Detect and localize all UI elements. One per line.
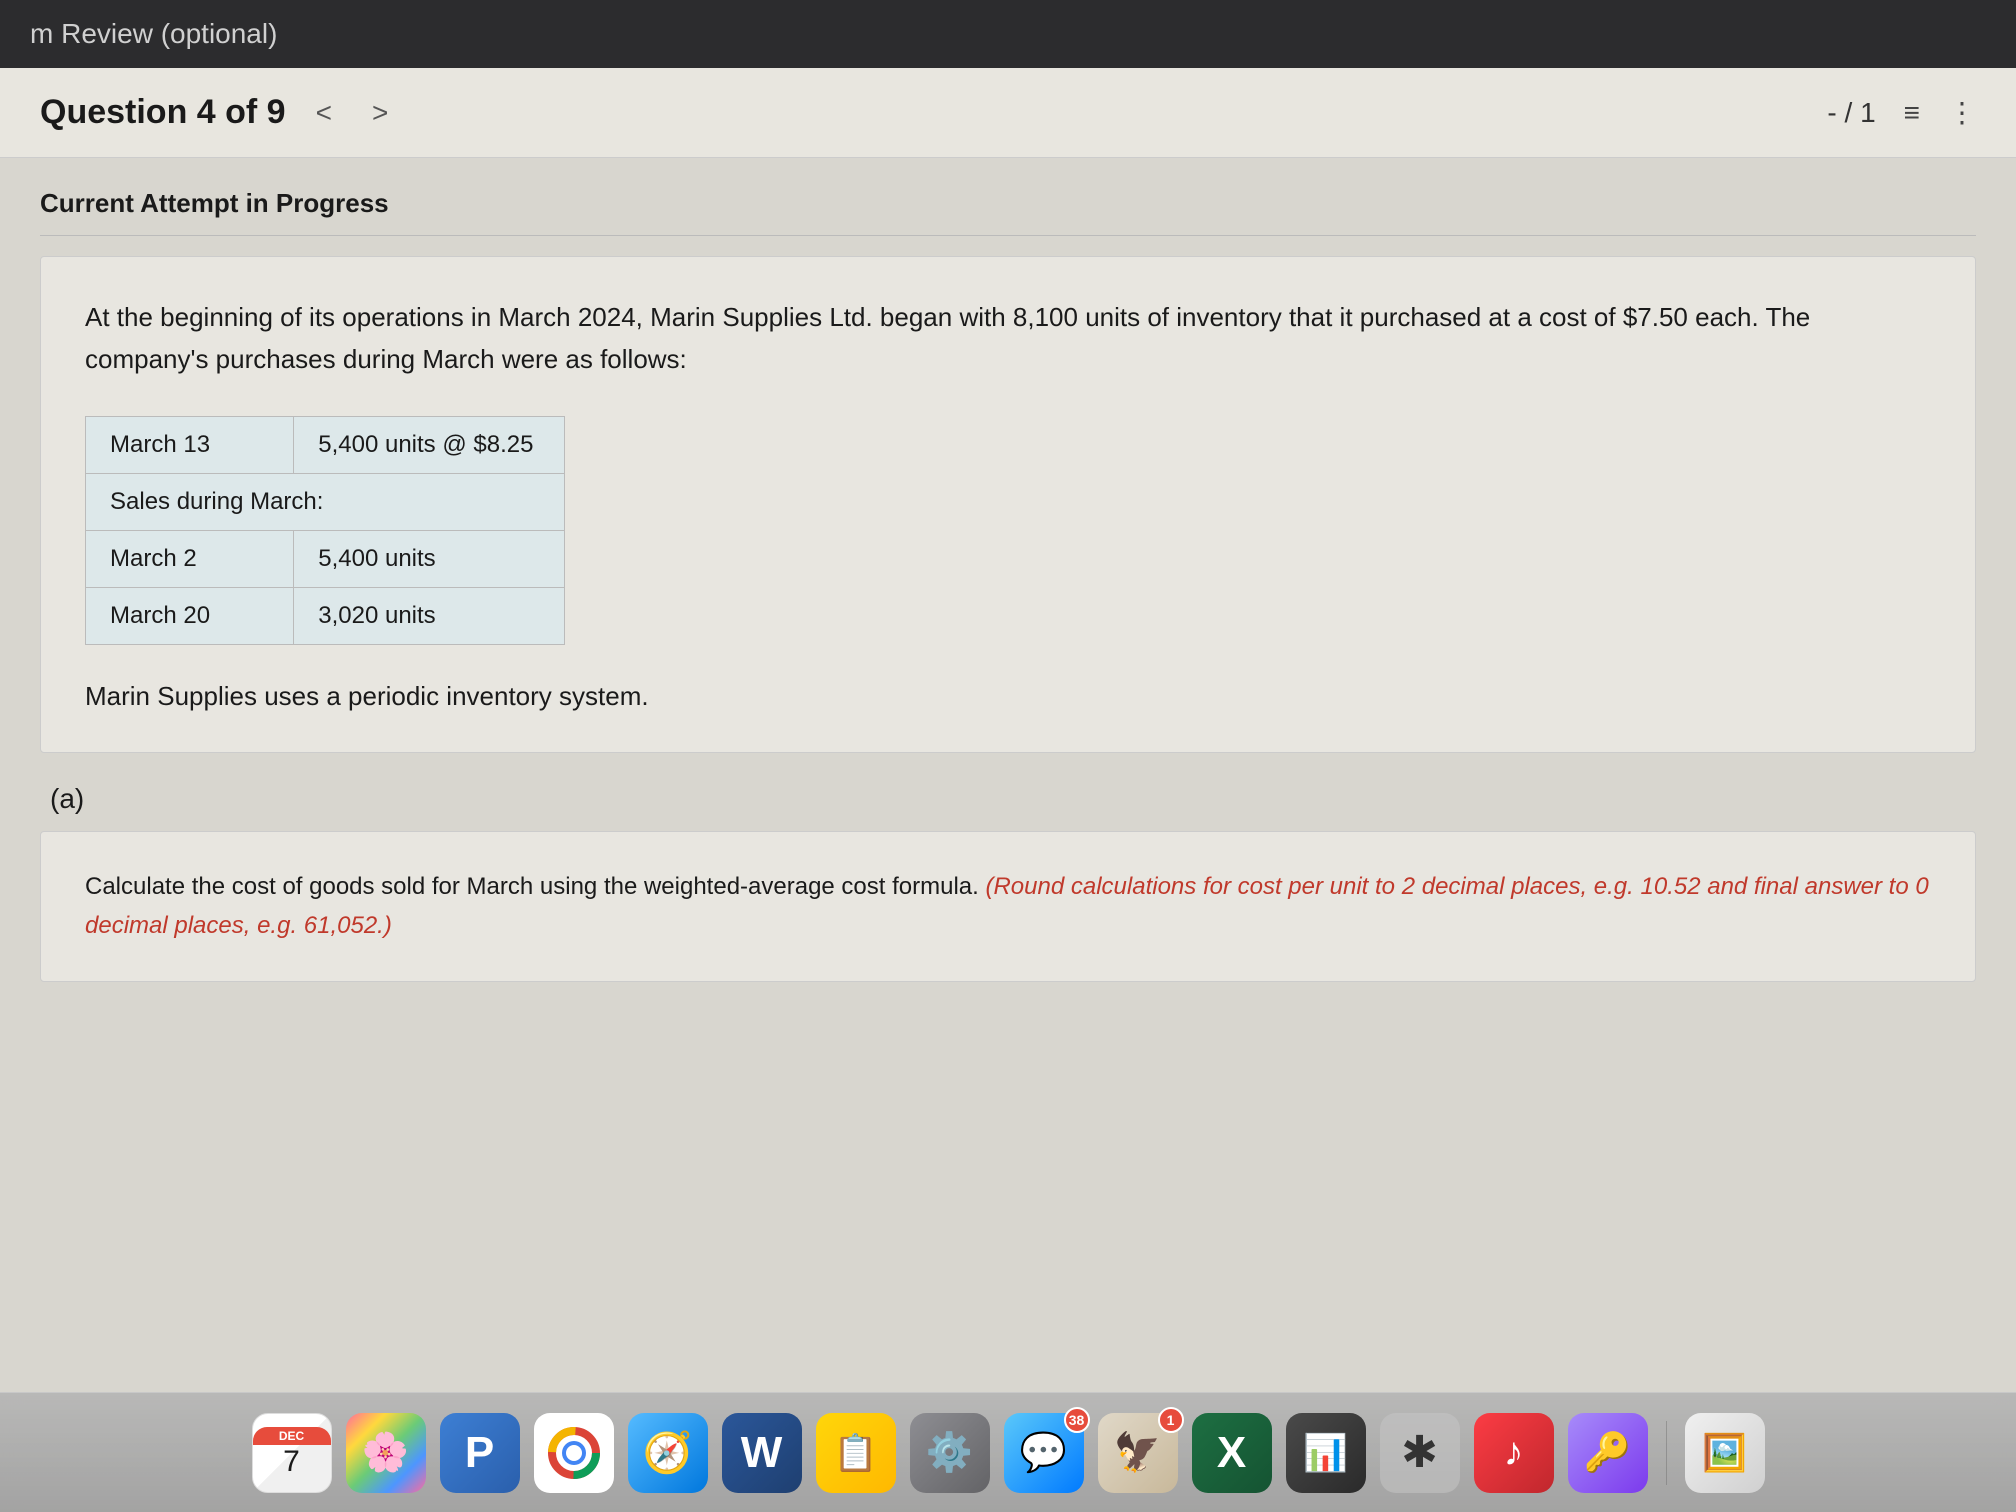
question-counter: Question 4 of 9 bbox=[40, 93, 286, 132]
question-nav: Question 4 of 9 < > bbox=[40, 93, 398, 133]
calendar-day: 7 bbox=[283, 1445, 300, 1479]
dock-keychain[interactable]: 🔑 bbox=[1568, 1413, 1648, 1493]
part-a-label: (a) bbox=[40, 783, 1976, 815]
part-a-card: Calculate the cost of goods sold for Mar… bbox=[40, 831, 1976, 982]
table-cell-amount: 3,020 units bbox=[294, 588, 565, 645]
dock-bluetooth[interactable]: ✱ bbox=[1380, 1413, 1460, 1493]
part-a-instruction: Calculate the cost of goods sold for Mar… bbox=[85, 868, 1931, 945]
dock-chrome[interactable] bbox=[534, 1413, 614, 1493]
spreadsheet-icon: 📊 bbox=[1303, 1432, 1348, 1474]
dock-notes[interactable]: 📋 bbox=[816, 1413, 896, 1493]
table-row: March 13 5,400 units @ $8.25 bbox=[86, 417, 565, 474]
messages-icon: 💬 bbox=[1020, 1431, 1067, 1475]
header-right: - / 1 ≡ ⋮ bbox=[1827, 96, 1976, 129]
table-cell-date: March 13 bbox=[86, 417, 294, 474]
table-row: March 2 5,400 units bbox=[86, 531, 565, 588]
dock-messages[interactable]: 💬 38 bbox=[1004, 1413, 1084, 1493]
question-header: Question 4 of 9 < > - / 1 ≡ ⋮ bbox=[0, 68, 2016, 158]
next-question-button[interactable]: > bbox=[362, 93, 398, 133]
word-icon: W bbox=[741, 1428, 783, 1478]
excel-icon: X bbox=[1217, 1428, 1246, 1478]
dock-safari[interactable]: 🧭 bbox=[628, 1413, 708, 1493]
dock-bird[interactable]: 🦅 1 bbox=[1098, 1413, 1178, 1493]
dock-settings[interactable]: ⚙️ bbox=[910, 1413, 990, 1493]
dock-photos[interactable]: 🌸 bbox=[346, 1413, 426, 1493]
dock-word[interactable]: W bbox=[722, 1413, 802, 1493]
instruction-normal-text: Calculate the cost of goods sold for Mar… bbox=[85, 873, 979, 900]
chrome-icon bbox=[546, 1425, 602, 1481]
photos-icon: 🌸 bbox=[362, 1431, 409, 1475]
preview-icon: 🖼️ bbox=[1702, 1432, 1747, 1474]
safari-icon: 🧭 bbox=[643, 1429, 693, 1476]
more-options-icon[interactable]: ⋮ bbox=[1948, 96, 1976, 129]
prev-question-button[interactable]: < bbox=[306, 93, 342, 133]
dock-keynote[interactable]: P bbox=[440, 1413, 520, 1493]
score-display: - / 1 bbox=[1827, 97, 1875, 129]
bluetooth-icon: ✱ bbox=[1401, 1427, 1438, 1478]
attempt-label: Current Attempt in Progress bbox=[40, 188, 1976, 236]
table-cell-amount: 5,400 units bbox=[294, 531, 565, 588]
table-cell-section: Sales during March: bbox=[86, 474, 565, 531]
table-row: Sales during March: bbox=[86, 474, 565, 531]
dock-music[interactable]: ♪ bbox=[1474, 1413, 1554, 1493]
question-card: At the beginning of its operations in Ma… bbox=[40, 256, 1976, 753]
settings-icon: ⚙️ bbox=[926, 1431, 973, 1475]
dock: DEC 7 🌸 P 🧭 W 📋 ⚙️ 💬 38 bbox=[0, 1392, 2016, 1512]
main-content: Current Attempt in Progress At the begin… bbox=[0, 158, 2016, 1392]
table-cell-date: March 2 bbox=[86, 531, 294, 588]
question-text: At the beginning of its operations in Ma… bbox=[85, 297, 1931, 380]
periodic-inventory-text: Marin Supplies uses a periodic inventory… bbox=[85, 681, 1931, 712]
calendar-month: DEC bbox=[253, 1427, 331, 1445]
dock-divider bbox=[1666, 1421, 1667, 1485]
bird-badge: 1 bbox=[1158, 1407, 1184, 1433]
dock-calendar[interactable]: DEC 7 bbox=[252, 1413, 332, 1493]
purchases-table: March 13 5,400 units @ $8.25 Sales durin… bbox=[85, 416, 565, 645]
messages-badge: 38 bbox=[1064, 1407, 1090, 1433]
bird-icon: 🦅 bbox=[1114, 1431, 1161, 1475]
list-icon[interactable]: ≡ bbox=[1904, 97, 1920, 129]
app-title: m Review (optional) bbox=[30, 18, 277, 50]
dock-preview[interactable]: 🖼️ bbox=[1685, 1413, 1765, 1493]
table-cell-date: March 20 bbox=[86, 588, 294, 645]
keynote-icon: P bbox=[465, 1428, 494, 1478]
dock-excel[interactable]: X bbox=[1192, 1413, 1272, 1493]
music-icon: ♪ bbox=[1504, 1430, 1524, 1475]
keychain-icon: 🔑 bbox=[1584, 1431, 1631, 1475]
top-bar: m Review (optional) bbox=[0, 0, 2016, 68]
table-row: March 20 3,020 units bbox=[86, 588, 565, 645]
dock-spreadsheet[interactable]: 📊 bbox=[1286, 1413, 1366, 1493]
table-cell-amount: 5,400 units @ $8.25 bbox=[294, 417, 565, 474]
notes-icon: 📋 bbox=[833, 1432, 878, 1474]
